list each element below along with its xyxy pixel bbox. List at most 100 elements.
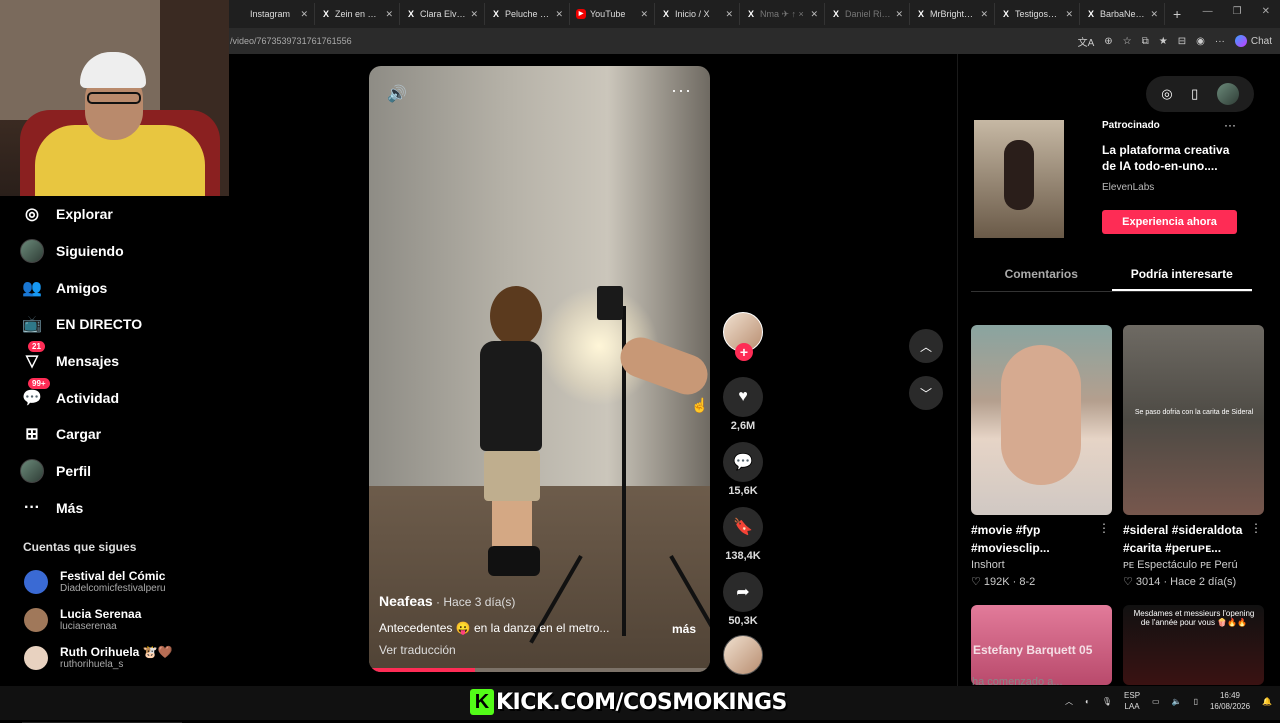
user-avatar[interactable] [1216, 83, 1239, 105]
close-tab-icon[interactable]: ✕ [385, 9, 393, 20]
chat-button[interactable]: Chat [1234, 35, 1272, 47]
video-author[interactable]: Neafeas · Hace 3 día(s) [379, 593, 515, 609]
browser-tab[interactable]: ▶ YouTube ✕ [570, 3, 655, 25]
mobile-icon[interactable]: ▯ [1191, 86, 1198, 102]
tray-app-icon[interactable]: ◐ [1085, 697, 1090, 706]
favorite-star-icon[interactable]: ☆ [1123, 36, 1132, 47]
card-more-icon[interactable]: ⋮ [1098, 521, 1110, 535]
followed-account[interactable]: Ruth Orihuela 🐮🤎 ruthorihuela_s [24, 645, 173, 670]
sidebar-item[interactable]: ▽ 21 Mensajes [20, 341, 119, 373]
comment-button[interactable]: 💬 [723, 442, 763, 482]
card-caption[interactable]: #movie #fyp #moviesclip... [971, 521, 1112, 557]
card-thumbnail[interactable] [971, 325, 1112, 515]
previous-video-button[interactable]: ︿ [909, 329, 943, 363]
share-button[interactable]: ➦ [723, 572, 763, 612]
ad-more-icon[interactable]: ··· [1224, 118, 1236, 132]
collections-icon[interactable]: ⊟ [1178, 36, 1186, 47]
close-tab-icon[interactable]: ✕ [980, 9, 988, 20]
avatar[interactable] [24, 645, 48, 670]
close-tab-icon[interactable]: ✕ [555, 9, 563, 20]
recommended-card[interactable]: Mesdames et messieurs l'opening de l'ann… [1123, 605, 1264, 685]
recommended-card[interactable]: Se paso dofria con la carita de Sideral … [1123, 325, 1264, 588]
profile-icon[interactable]: ◉ [1196, 36, 1205, 47]
sidebar-item[interactable]: ◎ Explorar [20, 202, 113, 226]
card-author[interactable]: ᴘᴇ Espectáculo ᴘᴇ Perú [1123, 559, 1264, 571]
volume-icon[interactable]: 🔊 [387, 84, 407, 104]
music-avatar[interactable] [723, 635, 763, 675]
sponsored-ad[interactable]: Patrocinado ··· La plataforma creativa d… [974, 118, 1239, 238]
microphone-icon[interactable]: 🎙 [1102, 697, 1112, 706]
sidebar-item[interactable]: 💬 99+ Actividad [20, 378, 119, 410]
card-caption[interactable]: #sideral #sideraldota #carita #peruᴘᴇ... [1123, 521, 1264, 557]
maximize-icon[interactable]: ❐ [1233, 6, 1242, 17]
sidebar-item[interactable]: Perfil [20, 459, 91, 483]
avatar[interactable] [24, 607, 48, 632]
sidebar-item[interactable]: 📺 EN DIRECTO [20, 312, 142, 336]
close-tab-icon[interactable]: ✕ [895, 9, 903, 20]
tab-comentarios[interactable]: Comentarios [971, 260, 1112, 291]
card-thumbnail[interactable]: Estefany Barquett 05 [971, 605, 1112, 685]
tray-chevron-icon[interactable]: ︿ [1065, 696, 1073, 707]
browser-tab[interactable]: Instagram ✕ [230, 3, 315, 25]
notification-icon[interactable]: 🔔 [1262, 697, 1272, 706]
compass-icon[interactable]: ◎ [1161, 86, 1172, 102]
like-button[interactable]: ♥ [723, 377, 763, 417]
close-tab-icon[interactable]: ✕ [1150, 9, 1158, 20]
recommended-card[interactable]: #movie #fyp #moviesclip... Inshort ♡ 192… [971, 325, 1112, 588]
network-icon[interactable]: ▭ [1152, 697, 1160, 706]
ad-thumbnail[interactable] [974, 120, 1064, 238]
volume-tray-icon[interactable]: 🔈 [1172, 697, 1182, 706]
video-more-icon[interactable]: ··· [671, 80, 692, 101]
zoom-icon[interactable]: ⊕ [1104, 36, 1112, 47]
browser-tab[interactable]: X MrBrightSide ✕ [910, 3, 995, 25]
favorites-icon[interactable]: ★ [1159, 36, 1168, 47]
browser-tab[interactable]: X BarbaNegra ✕ [1080, 3, 1165, 25]
follow-plus-icon[interactable]: + [735, 343, 753, 361]
minimize-icon[interactable]: — [1203, 6, 1213, 17]
followed-account-name[interactable]: Ruth Orihuela 🐮🤎 [60, 645, 173, 659]
translate-link[interactable]: Ver traducción [379, 643, 456, 657]
card-thumbnail[interactable]: Se paso dofria con la carita de Sideral [1123, 325, 1264, 515]
settings-more-icon[interactable]: ··· [1215, 36, 1225, 47]
followed-account[interactable]: Festival del Cómic Diadelcomicfestivalper… [24, 569, 166, 594]
followed-account-name[interactable]: Lucia Serenaa [60, 607, 141, 621]
card-author[interactable]: Inshort [971, 559, 1112, 571]
video-player[interactable]: 🔊 ··· Neafeas · Hace 3 día(s) Antecedent… [369, 66, 710, 672]
card-thumbnail[interactable]: Mesdames et messieurs l'opening de l'ann… [1123, 605, 1264, 685]
video-more-link[interactable]: más [672, 622, 696, 636]
browser-tab[interactable]: X Daniel Rivera✕ [825, 3, 910, 25]
followed-account[interactable]: Lucia Serenaa luciaserenaa [24, 607, 141, 632]
video-username[interactable]: Neafeas [379, 593, 433, 609]
next-video-button[interactable]: ﹀ [909, 376, 943, 410]
card-more-icon[interactable]: ⋮ [1250, 521, 1262, 535]
recommended-card[interactable]: Estefany Barquett 05 [971, 605, 1112, 685]
browser-tab[interactable]: X Peluche Calig✕ [485, 3, 570, 25]
browser-tab[interactable]: X Nma ✈ ↑ × ✕ [740, 3, 825, 25]
close-window-icon[interactable]: ✕ [1262, 6, 1270, 17]
url-field[interactable]: /video/7673539731761761556 [230, 36, 352, 46]
battery-icon[interactable]: ▯ [1194, 697, 1198, 706]
close-tab-icon[interactable]: ✕ [810, 9, 818, 20]
browser-tab[interactable]: X Testigosdeca ✕ [995, 3, 1080, 25]
close-tab-icon[interactable]: ✕ [300, 9, 308, 20]
clock[interactable]: 16:49 16/08/2026 [1210, 690, 1250, 712]
sidebar-item[interactable]: 👥 Amigos [20, 276, 107, 300]
close-tab-icon[interactable]: ✕ [725, 9, 733, 20]
browser-tab[interactable]: X Inicio / X ✕ [655, 3, 740, 25]
language-indicator[interactable]: ESP LAA [1124, 690, 1140, 712]
ad-cta-button[interactable]: Experiencia ahora [1102, 210, 1237, 234]
followed-account-name[interactable]: Festival del Cómic [60, 569, 166, 583]
extensions-icon[interactable]: ⧉ [1142, 36, 1149, 47]
browser-tab[interactable]: X Clara Elvira O✕ [400, 3, 485, 25]
ad-brand[interactable]: ElevenLabs [1102, 182, 1154, 193]
sidebar-item[interactable]: ··· Más [20, 496, 83, 520]
sidebar-item[interactable]: ⊞ Cargar [20, 422, 101, 446]
avatar[interactable] [24, 569, 48, 594]
close-tab-icon[interactable]: ✕ [470, 9, 478, 20]
close-tab-icon[interactable]: ✕ [640, 9, 648, 20]
new-tab-button[interactable]: + [1173, 6, 1181, 22]
video-progress-bar[interactable] [369, 668, 710, 672]
translate-icon[interactable]: 文A [1078, 34, 1095, 49]
tab-podria-interesarte[interactable]: Podría interesarte [1111, 260, 1252, 291]
close-tab-icon[interactable]: ✕ [1065, 9, 1073, 20]
